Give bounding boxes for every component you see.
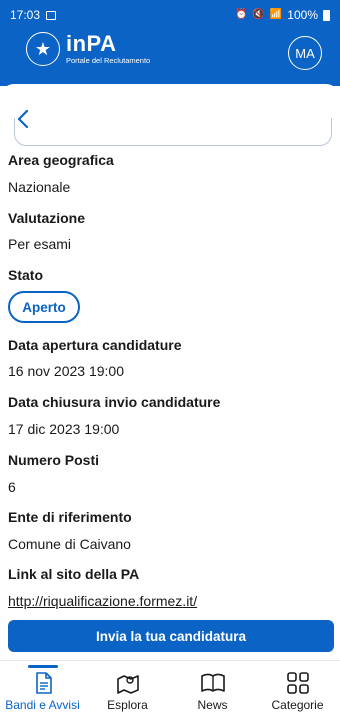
status-time: 17:03 <box>10 8 41 22</box>
label-link-pa: Link al sito della PA <box>8 566 140 582</box>
value-numero-posti: 6 <box>8 479 16 495</box>
battery-icon <box>323 9 330 21</box>
pa-website-link[interactable]: http://riqualificazione.formez.it/ <box>8 593 197 609</box>
alarm-icon: ⏰ <box>234 9 248 20</box>
value-ente: Comune di Caivano <box>8 536 131 552</box>
label-stato: Stato <box>8 267 43 283</box>
republic-emblem-icon: ★ <box>26 32 60 66</box>
value-valutazione: Per esami <box>8 236 72 252</box>
bottom-tab-bar: Bandi e Avvisi Esplora News Categorie <box>0 660 340 718</box>
value-data-apertura: 16 nov 2023 19:00 <box>8 363 124 379</box>
value-data-chiusura: 17 dic 2023 19:00 <box>8 421 120 437</box>
back-arrow-icon[interactable] <box>14 108 34 130</box>
battery-percent: 100% <box>287 8 318 22</box>
tab-label: Categorie <box>271 698 324 712</box>
tab-news[interactable]: News <box>170 661 255 718</box>
tab-esplora[interactable]: Esplora <box>85 661 170 718</box>
card-border <box>14 118 332 146</box>
book-icon <box>200 673 225 692</box>
label-ente: Ente di riferimento <box>8 509 132 525</box>
label-data-apertura: Data apertura candidature <box>8 337 182 353</box>
document-icon <box>35 672 52 694</box>
label-valutazione: Valutazione <box>8 210 86 226</box>
label-numero-posti: Numero Posti <box>8 452 100 468</box>
image-notification-icon <box>46 10 57 20</box>
status-bar: 17:03 ⏰ 🔇 📶 100% <box>0 0 340 30</box>
app-header: 17:03 ⏰ 🔇 📶 100% ★ inPA Portale del Recl… <box>0 0 340 86</box>
tab-bandi-e-avvisi[interactable]: Bandi e Avvisi <box>0 661 85 718</box>
tab-label: Bandi e Avvisi <box>5 698 80 712</box>
map-icon <box>116 675 139 694</box>
grid-icon <box>286 672 309 694</box>
label-data-chiusura: Data chiusura invio candidature <box>8 394 221 410</box>
tab-categorie[interactable]: Categorie <box>255 661 340 718</box>
active-tab-indicator <box>28 665 58 668</box>
brand-name: inPA <box>66 31 117 56</box>
brand-subtitle: Portale del Reclutamento <box>66 56 151 65</box>
label-area-geografica: Area geografica <box>8 152 114 168</box>
submit-application-button[interactable]: Invia la tua candidatura <box>8 620 334 652</box>
value-area-geografica: Nazionale <box>8 179 71 195</box>
wifi-icon: 📶 <box>269 9 283 20</box>
tab-label: News <box>197 698 228 712</box>
brand-logo[interactable]: ★ inPA Portale del Reclutamento <box>26 32 150 66</box>
status-badge: Aperto <box>8 291 80 323</box>
mute-icon: 🔇 <box>252 9 265 20</box>
user-avatar[interactable]: MA <box>288 36 322 70</box>
tab-label: Esplora <box>107 698 148 712</box>
